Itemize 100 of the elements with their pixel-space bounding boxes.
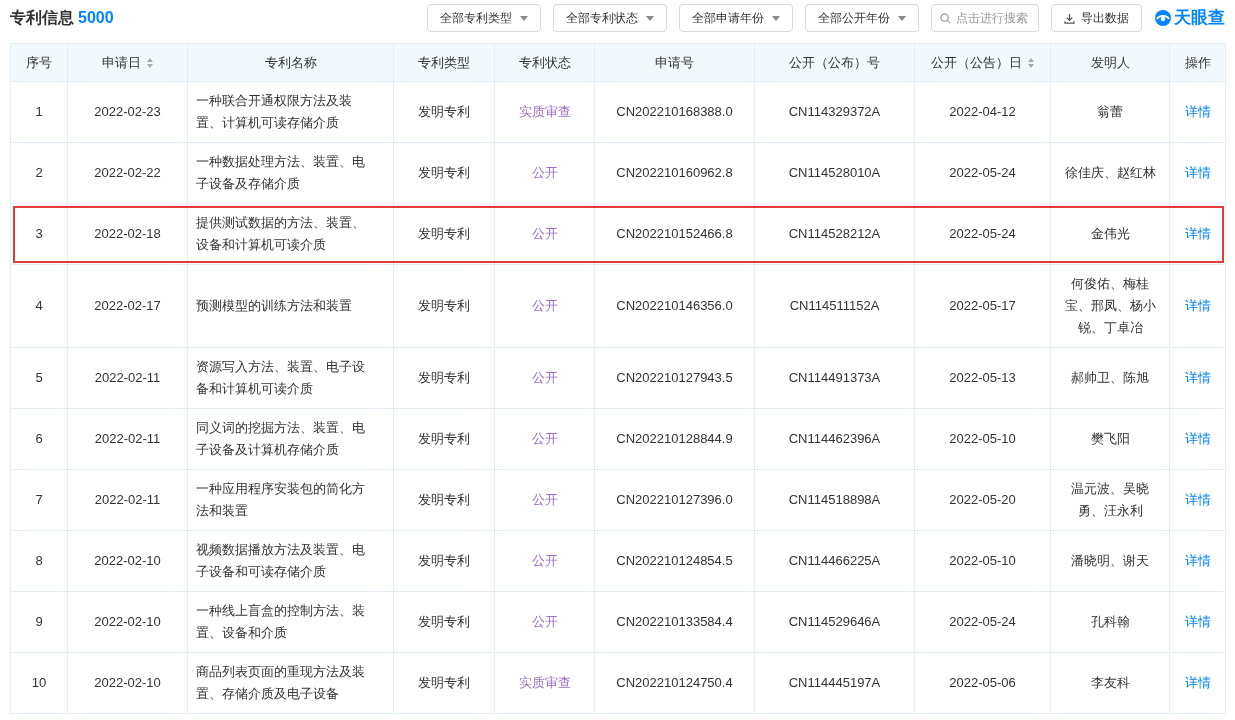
filing-date: 2022-02-17 <box>94 298 161 313</box>
sort-icon[interactable] <box>147 58 153 69</box>
filter-dropdown[interactable]: 全部申请年份 <box>679 4 793 32</box>
inventor-names: 李友科 <box>1090 675 1130 690</box>
application-number: CN202210124750.4 <box>616 675 733 690</box>
row-number: 8 <box>35 553 43 568</box>
publication-number: CN114466225A <box>788 553 881 568</box>
patent-status: 公开 <box>531 553 558 568</box>
filing-date: 2022-02-10 <box>94 614 161 629</box>
publication-number: CN114462396A <box>788 431 881 446</box>
caret-icon <box>898 15 906 21</box>
patent-title: 预测模型的训练方法和装置 <box>196 298 352 313</box>
row-number: 1 <box>35 104 43 119</box>
application-number: CN202210128844.9 <box>616 431 733 446</box>
search-icon <box>940 13 951 24</box>
patent-type: 发明专利 <box>418 370 470 385</box>
sort-icon[interactable] <box>1028 58 1034 69</box>
caret-icon <box>520 15 528 21</box>
patent-status: 公开 <box>531 165 558 180</box>
inventor-names: 翁蕾 <box>1097 104 1123 119</box>
row-number: 7 <box>35 492 43 507</box>
row-number: 5 <box>35 370 43 385</box>
application-number: CN202210160962.8 <box>616 165 733 180</box>
publication-date: 2022-05-17 <box>949 298 1016 313</box>
inventor-names: 郝帅卫、陈旭 <box>1071 370 1149 385</box>
details-link[interactable]: 详情 <box>1184 104 1211 119</box>
column-header: 操作 <box>1169 43 1226 82</box>
filing-date: 2022-02-11 <box>94 431 161 446</box>
patent-type: 发明专利 <box>418 553 470 568</box>
search-field[interactable]: 点击进行搜索 <box>931 4 1039 32</box>
patent-title: 视频数据播放方法及装置、电子设备和可读存储介质 <box>196 542 365 579</box>
publication-date: 2022-05-06 <box>949 675 1016 690</box>
details-link[interactable]: 详情 <box>1184 226 1211 241</box>
filing-date: 2022-02-11 <box>94 492 161 507</box>
patent-status: 公开 <box>531 226 558 241</box>
column-header[interactable]: 申请日 <box>67 43 188 82</box>
column-header[interactable]: 公开（公告）日 <box>914 43 1051 82</box>
column-header: 发明人 <box>1050 43 1170 82</box>
inventor-names: 徐佳庆、赵红林 <box>1064 165 1156 180</box>
column-header: 专利类型 <box>393 43 495 82</box>
patent-type: 发明专利 <box>418 614 470 629</box>
filter-dropdown[interactable]: 全部专利类型 <box>427 4 541 32</box>
application-number: CN202210127943.5 <box>616 370 733 385</box>
row-number: 2 <box>35 165 43 180</box>
column-header: 专利名称 <box>187 43 394 82</box>
export-button[interactable]: 导出数据 <box>1051 4 1142 32</box>
details-link[interactable]: 详情 <box>1184 492 1211 507</box>
patent-status: 公开 <box>531 492 558 507</box>
patent-status: 实质审查 <box>518 104 571 119</box>
eye-logo-icon <box>1154 9 1172 27</box>
publication-number: CN114491373A <box>788 370 881 385</box>
details-link[interactable]: 详情 <box>1184 370 1211 385</box>
publication-date: 2022-04-12 <box>949 104 1016 119</box>
filing-date: 2022-02-23 <box>94 104 161 119</box>
publication-number: CN114329372A <box>788 104 881 119</box>
brand-logo-text: 天眼查 <box>1174 7 1225 30</box>
details-link[interactable]: 详情 <box>1184 553 1211 568</box>
patent-status: 公开 <box>531 614 558 629</box>
publication-date: 2022-05-13 <box>949 370 1016 385</box>
patent-title: 同义词的挖掘方法、装置、电子设备及计算机存储介质 <box>196 420 365 457</box>
publication-date: 2022-05-24 <box>949 614 1016 629</box>
details-link[interactable]: 详情 <box>1184 675 1211 690</box>
patent-title: 一种联合开通权限方法及装置、计算机可读存储介质 <box>196 93 352 130</box>
patent-title: 资源写入方法、装置、电子设备和计算机可读介质 <box>196 359 365 396</box>
patent-status: 实质审查 <box>518 675 571 690</box>
details-link[interactable]: 详情 <box>1184 614 1211 629</box>
patent-type: 发明专利 <box>418 298 470 313</box>
patent-type: 发明专利 <box>418 104 470 119</box>
caret-icon <box>646 15 654 21</box>
application-number: CN202210127396.0 <box>616 492 733 507</box>
patent-type: 发明专利 <box>418 675 470 690</box>
download-icon <box>1064 12 1075 24</box>
filing-date: 2022-02-10 <box>94 675 161 690</box>
publication-date: 2022-05-24 <box>949 226 1016 241</box>
application-number: CN202210152466.8 <box>616 226 733 241</box>
column-header: 专利状态 <box>494 43 595 82</box>
patent-status: 公开 <box>531 431 558 446</box>
details-link[interactable]: 详情 <box>1184 431 1211 446</box>
patent-type: 发明专利 <box>418 431 470 446</box>
publication-number: CN114511152A <box>789 298 880 313</box>
row-number: 9 <box>35 614 43 629</box>
section-title: 专利信息 <box>10 8 74 28</box>
application-number: CN202210133584.4 <box>616 614 733 629</box>
details-link[interactable]: 详情 <box>1184 165 1211 180</box>
patent-status: 公开 <box>531 370 558 385</box>
patent-type: 发明专利 <box>418 492 470 507</box>
patent-title: 一种数据处理方法、装置、电子设备及存储介质 <box>196 154 365 191</box>
patent-status: 公开 <box>531 298 558 313</box>
patent-title: 提供测试数据的方法、装置、设备和计算机可读介质 <box>196 215 365 252</box>
row-number: 4 <box>35 298 43 313</box>
details-link[interactable]: 详情 <box>1184 298 1211 313</box>
publication-date: 2022-05-10 <box>949 553 1016 568</box>
filter-dropdown[interactable]: 全部公开年份 <box>805 4 919 32</box>
inventor-names: 潘晓明、谢天 <box>1071 553 1149 568</box>
filter-dropdown[interactable]: 全部专利状态 <box>553 4 667 32</box>
publication-date: 2022-05-24 <box>949 165 1016 180</box>
inventor-names: 金伟光 <box>1090 226 1130 241</box>
row-number: 3 <box>35 226 43 241</box>
publication-number: CN114529646A <box>788 614 881 629</box>
application-number: CN202210146356.0 <box>616 298 733 313</box>
